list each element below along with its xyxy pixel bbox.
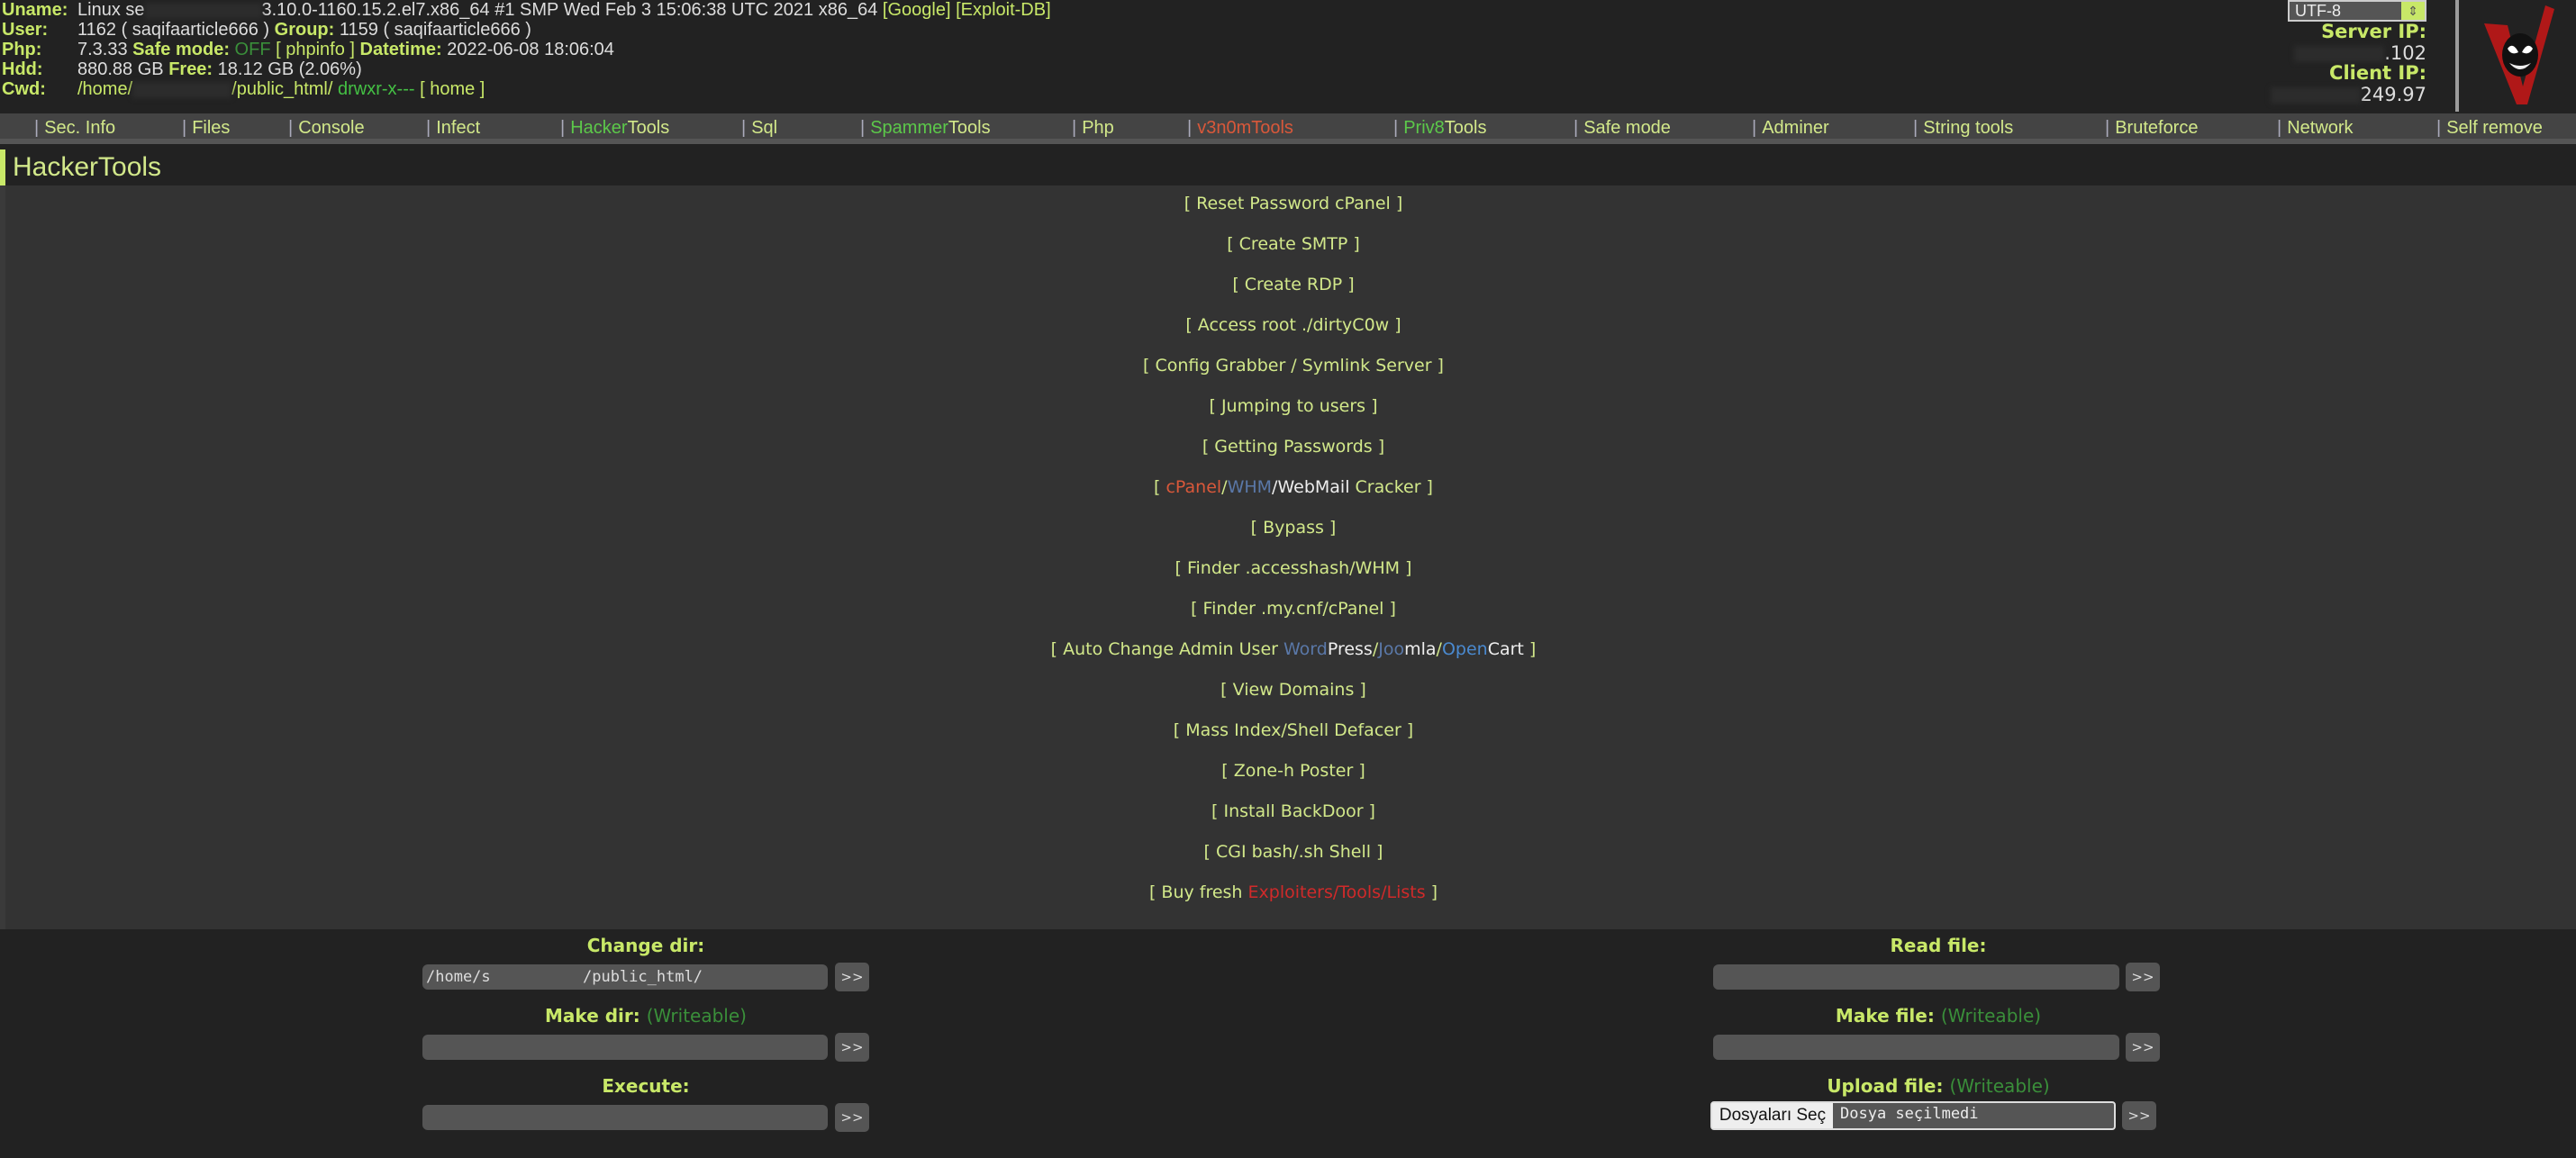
tool-finder-accesshash[interactable]: [ Finder .accesshash/WHM ] (5, 557, 2576, 579)
make-dir-submit[interactable]: >> (835, 1033, 869, 1062)
tools-list: [ Reset Password cPanel ] [ Create SMTP … (0, 185, 2576, 929)
tool-auto-change-admin[interactable]: [ Auto Change Admin User WordPress/Jooml… (5, 638, 2576, 660)
tool-mass-index[interactable]: [ Mass Index/Shell Defacer ] (5, 719, 2576, 741)
user-row: User: 1162 ( saqifaarticle666 ) Group: 11… (2, 20, 531, 40)
home-link[interactable]: [ home ] (420, 79, 485, 99)
main-nav: Sec. Info Files Console Infect HackerToo… (0, 113, 2576, 144)
tool-dirtycow[interactable]: [ Access root ./dirtyC0w ] (5, 314, 2576, 336)
tool-getting-passwords[interactable]: [ Getting Passwords ] (5, 436, 2576, 457)
tool-install-backdoor[interactable]: [ Install BackDoor ] (5, 801, 2576, 822)
nav-sec-info[interactable]: Sec. Info (34, 118, 115, 139)
nav-files[interactable]: Files (182, 118, 230, 139)
redacted (144, 2, 262, 19)
make-file-submit[interactable]: >> (2126, 1033, 2160, 1062)
barbed-wire-decoration (2455, 0, 2459, 112)
change-dir-input[interactable] (422, 964, 828, 990)
execute-submit[interactable]: >> (835, 1103, 869, 1132)
upload-submit[interactable]: >> (2122, 1101, 2156, 1130)
nav-sql[interactable]: Sql (741, 118, 777, 139)
change-dir-submit[interactable]: >> (835, 963, 869, 991)
exploitdb-link[interactable]: [Exploit-DB] (956, 0, 1051, 20)
cwd-home-part[interactable]: /home/ (77, 79, 132, 99)
nav-adminer[interactable]: Adminer (1752, 118, 1828, 139)
tool-config-grabber[interactable]: [ Config Grabber / Symlink Server ] (5, 355, 2576, 376)
no-file-chosen-text: Dosya seçilmedi (1840, 1105, 1979, 1123)
nav-bruteforce[interactable]: Bruteforce (2105, 118, 2198, 139)
client-ip: 249.97 (2270, 85, 2426, 104)
make-dir-input[interactable] (422, 1035, 828, 1060)
google-link[interactable]: [Google] (883, 0, 951, 20)
nav-string-tools[interactable]: String tools (1913, 118, 2013, 139)
tool-zone-h-poster[interactable]: [ Zone-h Poster ] (5, 760, 2576, 782)
nav-network[interactable]: Network (2277, 118, 2353, 139)
cwd-row: Cwd:/home//public_html/ drwxr-x--- [ hom… (2, 79, 485, 99)
php-row: Php: 7.3.33 Safe mode: OFF [ phpinfo ] Da… (2, 40, 614, 59)
tool-create-rdp[interactable]: [ Create RDP ] (5, 274, 2576, 295)
nav-php[interactable]: Php (1072, 118, 1114, 139)
make-file-input[interactable] (1713, 1035, 2119, 1060)
nav-self-remove[interactable]: Self remove (2436, 118, 2543, 139)
phpinfo-link[interactable]: [ phpinfo ] (276, 40, 355, 59)
tool-finder-mycnf[interactable]: [ Finder .my.cnf/cPanel ] (5, 598, 2576, 620)
execute-input[interactable] (422, 1105, 828, 1130)
venom-logo (2484, 5, 2554, 104)
info-header: Uname: Linux se 3.10.0-1160.15.2.el7.x86_6… (0, 0, 2576, 113)
tool-create-smtp[interactable]: [ Create SMTP ] (5, 233, 2576, 255)
tool-jumping[interactable]: [ Jumping to users ] (5, 395, 2576, 417)
server-ip: .102 (2294, 43, 2426, 63)
tool-reset-password-cpanel[interactable]: [ Reset Password cPanel ] (5, 193, 2576, 214)
nav-v3n0mtools[interactable]: v3n0mTools (1187, 118, 1293, 139)
nav-safe-mode[interactable]: Safe mode (1574, 118, 1671, 139)
nav-priv8tools[interactable]: Priv8Tools (1393, 118, 1486, 139)
tool-buy-fresh[interactable]: [ Buy fresh Exploiters/Tools/Lists ] (5, 882, 2576, 903)
hdd-row: Hdd: 880.88 GB Free: 18.12 GB (2.06%) (2, 59, 362, 79)
read-file-input[interactable] (1713, 964, 2119, 990)
encoding-select[interactable]: UTF-8 ⇕ (2288, 0, 2426, 22)
tool-cgi-shell[interactable]: [ CGI bash/.sh Shell ] (5, 841, 2576, 863)
nav-hackertools[interactable]: HackerTools (560, 118, 669, 139)
redacted (132, 81, 232, 98)
choose-files-button[interactable]: Dosyaları Seç (1712, 1103, 1833, 1128)
nav-console[interactable]: Console (288, 118, 364, 139)
cwd-public-html[interactable]: /public_html/ (231, 79, 332, 99)
read-file-submit[interactable]: >> (2126, 963, 2160, 991)
page-title: HackerTools (0, 149, 2576, 185)
tool-bypass[interactable]: [ Bypass ] (5, 517, 2576, 538)
upload-file-input[interactable]: Dosyaları Seç Dosya seçilmedi (1710, 1101, 2116, 1130)
chevron-updown-icon: ⇕ (2401, 2, 2425, 20)
nav-spammertools[interactable]: SpammerTools (860, 118, 990, 139)
tool-view-domains[interactable]: [ View Domains ] (5, 679, 2576, 701)
nav-infect[interactable]: Infect (426, 118, 480, 139)
tool-cpanel-cracker[interactable]: [ cPanel/WHM/WebMail Cracker ] (5, 476, 2576, 498)
uname-row: Uname: Linux se 3.10.0-1160.15.2.el7.x86_6… (2, 0, 1051, 20)
forms-area: Change dir: >> Make dir: (Writeable) >> … (0, 929, 2576, 1158)
